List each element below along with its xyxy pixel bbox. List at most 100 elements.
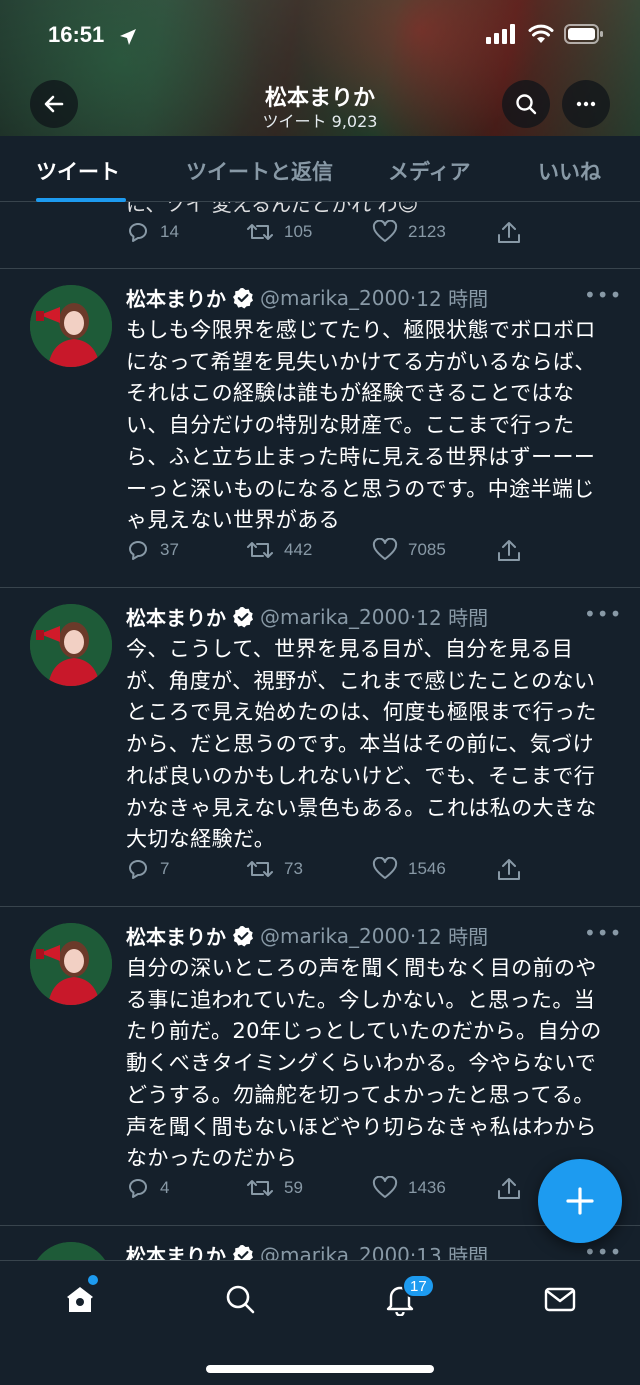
wifi-icon bbox=[528, 24, 554, 43]
avatar-photo bbox=[30, 1242, 112, 1260]
status-indicators bbox=[486, 24, 604, 44]
retweet-icon bbox=[247, 861, 273, 877]
author-name[interactable]: 松本まりか bbox=[126, 602, 226, 631]
location-arrow-icon bbox=[120, 29, 136, 45]
tweet-more-icon[interactable]: ••• bbox=[584, 921, 622, 945]
like-count: 2123 bbox=[408, 222, 446, 241]
tweet-item[interactable]: 松本まりか @marika_2000 · 13 時間 ••• bbox=[0, 1226, 640, 1260]
share-button[interactable] bbox=[496, 220, 522, 246]
tweet-header: 松本まりか @marika_2000 · 12 時間 bbox=[126, 283, 488, 312]
tweet-actions: 7 73 1546 bbox=[126, 857, 526, 887]
tab-tweets-and-replies[interactable]: ツイートと返信 bbox=[186, 156, 333, 186]
avatar[interactable] bbox=[30, 923, 112, 1005]
nav-search[interactable] bbox=[216, 1277, 264, 1321]
ellipsis-icon bbox=[576, 101, 596, 107]
retweet-button[interactable]: 59 bbox=[246, 1176, 303, 1200]
tab-tweets[interactable]: ツイート bbox=[36, 156, 120, 186]
tweet-header: 松本まりか @marika_2000 · 12 時間 bbox=[126, 602, 488, 631]
tweet-more-icon[interactable]: ••• bbox=[584, 283, 622, 307]
search-button[interactable] bbox=[502, 80, 550, 128]
share-button[interactable] bbox=[496, 1176, 522, 1202]
reply-count: 7 bbox=[160, 859, 170, 878]
tab-likes[interactable]: いいね bbox=[538, 156, 601, 186]
tweet-actions: 4 59 1436 bbox=[126, 1176, 526, 1206]
like-count: 1436 bbox=[408, 1178, 446, 1197]
profile-header: 16:51 松本まりか ツイート 9,023 bbox=[0, 0, 640, 136]
compose-plus-icon bbox=[566, 1187, 594, 1215]
retweet-count: 105 bbox=[284, 222, 313, 241]
tweet-item[interactable]: 松本まりか @marika_2000 · 12 時間 ••• もしも今限界を感じ… bbox=[0, 269, 640, 587]
avatar[interactable] bbox=[30, 1242, 112, 1260]
avatar-photo bbox=[30, 604, 112, 686]
tweet-text: 自分の深いところの声を聞く間もなく目の前のやる事に追われていた。今しかない。と思… bbox=[126, 956, 602, 1171]
reply-icon bbox=[129, 860, 147, 879]
verified-badge-icon bbox=[232, 925, 254, 947]
author-name[interactable]: 松本まりか bbox=[126, 283, 226, 312]
retweet-icon bbox=[247, 542, 273, 558]
tweet-more-icon[interactable]: ••• bbox=[584, 602, 622, 626]
retweet-button[interactable]: 442 bbox=[246, 538, 312, 562]
search-icon bbox=[226, 1285, 255, 1314]
reply-button[interactable]: 37 bbox=[126, 538, 179, 562]
retweet-icon bbox=[247, 224, 273, 240]
tweet-time[interactable]: 13 時間 bbox=[416, 1240, 488, 1260]
nav-home[interactable] bbox=[56, 1277, 104, 1321]
author-name[interactable]: 松本まりか bbox=[126, 1240, 226, 1260]
share-icon bbox=[498, 540, 520, 561]
share-icon bbox=[498, 222, 520, 243]
tweet-time[interactable]: 12 時間 bbox=[416, 602, 488, 631]
retweet-count: 442 bbox=[284, 540, 313, 559]
tweet-item[interactable]: 松本まりか @marika_2000 · 12 時間 ••• 今、こうして、世界… bbox=[0, 588, 640, 906]
tweet-time[interactable]: 12 時間 bbox=[416, 921, 488, 950]
like-button[interactable]: 1436 bbox=[372, 1176, 446, 1200]
reply-icon bbox=[129, 541, 147, 560]
author-handle[interactable]: @marika_2000 bbox=[260, 1243, 410, 1261]
avatar[interactable] bbox=[30, 285, 112, 367]
tweet-text: もしも今限界を感じてたり、極限状態でボロボロになって希望を見失いかけてる方がいる… bbox=[126, 318, 596, 533]
share-icon bbox=[498, 859, 520, 880]
like-button[interactable]: 2123 bbox=[372, 220, 446, 244]
reply-icon bbox=[129, 223, 147, 242]
home-new-indicator bbox=[88, 1275, 98, 1285]
share-button[interactable] bbox=[496, 538, 522, 564]
verified-badge-icon bbox=[232, 287, 254, 309]
battery-icon bbox=[564, 24, 603, 44]
retweet-button[interactable]: 73 bbox=[246, 857, 303, 881]
status-time: 16:51 bbox=[48, 22, 105, 47]
tweet-text: 今、こうして、世界を見る目が、自分を見る目が、角度が、視野が、これまで感じたこと… bbox=[126, 637, 597, 852]
heart-icon bbox=[372, 857, 398, 879]
retweet-button[interactable]: 105 bbox=[246, 220, 312, 244]
avatar-photo bbox=[30, 923, 112, 1005]
more-button[interactable] bbox=[562, 80, 610, 128]
reply-count: 4 bbox=[160, 1178, 170, 1197]
tweet-header: 松本まりか @marika_2000 · 13 時間 bbox=[126, 1240, 488, 1260]
reply-button[interactable]: 4 bbox=[126, 1176, 169, 1200]
notifications-badge: 17 bbox=[402, 1274, 435, 1298]
share-icon bbox=[498, 1178, 520, 1199]
tab-media[interactable]: メディア bbox=[388, 156, 471, 186]
home-icon bbox=[67, 1287, 93, 1312]
author-handle[interactable]: @marika_2000 bbox=[260, 605, 410, 629]
compose-tweet-button[interactable] bbox=[538, 1159, 622, 1243]
like-button[interactable]: 1546 bbox=[372, 857, 446, 881]
nav-messages[interactable] bbox=[536, 1277, 584, 1321]
share-button[interactable] bbox=[496, 857, 522, 883]
author-handle[interactable]: @marika_2000 bbox=[260, 924, 410, 948]
profile-tabs: ツイート ツイートと返信 メディア いいね bbox=[0, 136, 640, 202]
author-name[interactable]: 松本まりか bbox=[126, 921, 226, 950]
partial-tweet-text: に、ツイ 変えるんだとかれ わ😊 bbox=[126, 202, 419, 216]
retweet-icon bbox=[247, 1180, 273, 1196]
mail-icon bbox=[544, 1287, 576, 1312]
avatar[interactable] bbox=[30, 604, 112, 686]
reply-button[interactable]: 14 bbox=[126, 220, 179, 244]
like-button[interactable]: 7085 bbox=[372, 538, 446, 562]
tweet-feed[interactable]: に、ツイ 変えるんだとかれ わ😊 14 105 2123 松本まりか @mari… bbox=[0, 202, 640, 1260]
reply-button[interactable]: 7 bbox=[126, 857, 169, 881]
like-count: 7085 bbox=[408, 540, 446, 559]
author-handle[interactable]: @marika_2000 bbox=[260, 286, 410, 310]
reply-count: 37 bbox=[160, 540, 179, 559]
tweet-more-icon[interactable]: ••• bbox=[584, 1240, 622, 1260]
bottom-navigation: 17 bbox=[0, 1260, 640, 1385]
avatar-photo bbox=[30, 285, 112, 367]
tweet-time[interactable]: 12 時間 bbox=[416, 283, 488, 312]
